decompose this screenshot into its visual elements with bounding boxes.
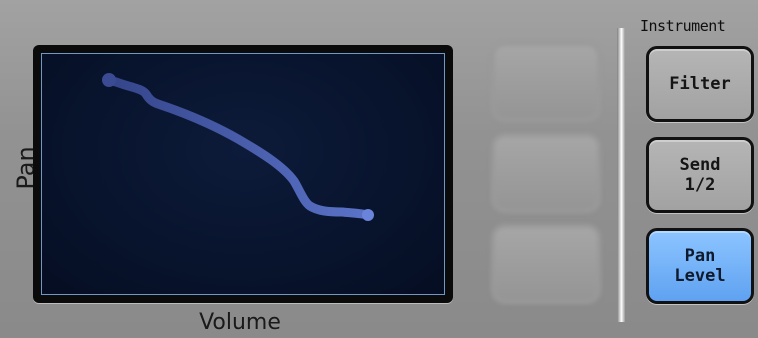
instrument-title: Instrument (640, 17, 726, 35)
trace-end-point (362, 209, 374, 221)
pan-level-button[interactable]: Pan Level (646, 228, 754, 304)
send-1-2-button[interactable]: Send 1/2 (646, 137, 754, 213)
disabled-button-3 (495, 228, 597, 300)
filter-button[interactable]: Filter (646, 46, 754, 122)
disabled-group-title (505, 20, 575, 30)
disabled-button-1 (495, 46, 597, 118)
disabled-button-2 (495, 137, 597, 209)
gesture-trace (104, 75, 373, 220)
xy-trace-layer (102, 73, 374, 221)
trace-start-point (102, 73, 116, 87)
x-axis-label: Volume (199, 310, 281, 335)
panel-divider (617, 28, 625, 322)
xy-pad[interactable] (41, 53, 445, 295)
